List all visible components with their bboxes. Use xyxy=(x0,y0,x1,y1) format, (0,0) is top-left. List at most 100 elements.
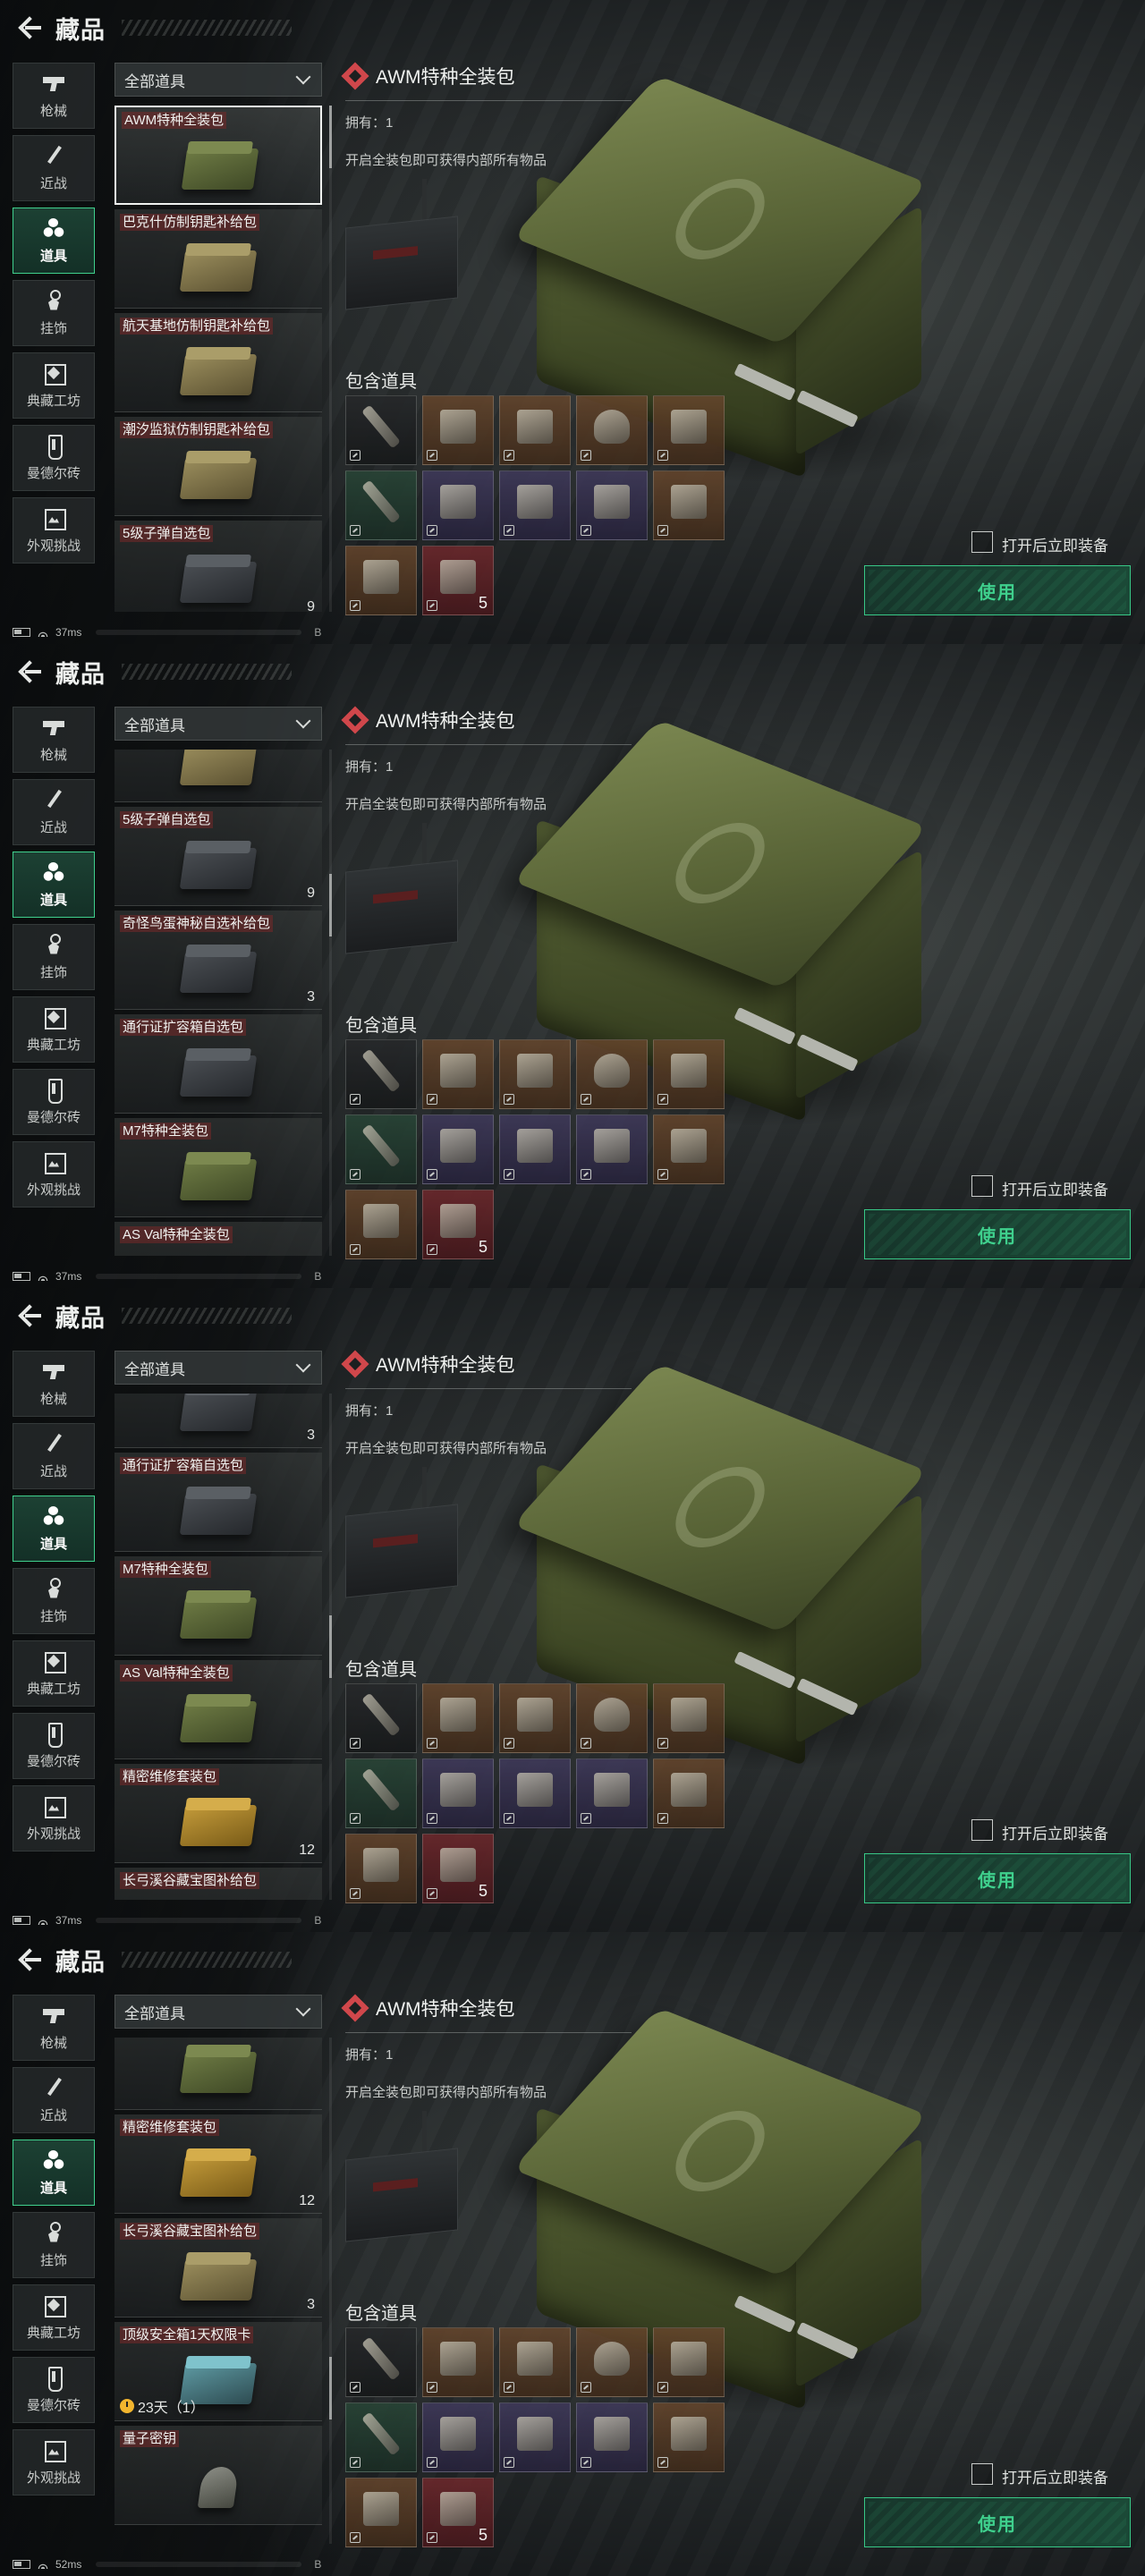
list-scrollbar[interactable] xyxy=(329,106,332,612)
list-item[interactable]: 巴克什仿制钥匙补给包 xyxy=(114,209,322,309)
content-slot[interactable] xyxy=(422,1758,494,1828)
content-slot[interactable] xyxy=(422,2327,494,2397)
content-slot[interactable] xyxy=(345,2402,417,2472)
nav-item-3[interactable]: 挂饰 xyxy=(13,280,95,346)
nav-item-4[interactable]: 典藏工坊 xyxy=(13,2284,95,2351)
nav-item-4[interactable]: 典藏工坊 xyxy=(13,352,95,419)
content-slot[interactable] xyxy=(422,1683,494,1753)
nav-item-1[interactable]: 近战 xyxy=(13,2067,95,2133)
back-button[interactable] xyxy=(7,1939,48,1980)
list-item[interactable]: 顶级安全箱1天权限卡 23天（1） xyxy=(114,2322,322,2421)
list-item[interactable]: 精密维修套装包 12 xyxy=(114,2114,322,2214)
list-item[interactable]: 5级子弹自选包 9 xyxy=(114,807,322,906)
list-item[interactable]: 5级子弹自选包 9 xyxy=(114,521,322,612)
item-filter-dropdown[interactable]: 全部道具 xyxy=(114,1995,322,2029)
content-slot[interactable] xyxy=(345,1683,417,1753)
scroll-thumb[interactable] xyxy=(329,106,332,168)
content-slot[interactable] xyxy=(422,395,494,465)
content-slot[interactable] xyxy=(499,2402,571,2472)
nav-item-5[interactable]: 曼德尔砖 xyxy=(13,2357,95,2423)
nav-item-4[interactable]: 典藏工坊 xyxy=(13,1640,95,1707)
content-slot[interactable] xyxy=(499,2327,571,2397)
content-slot[interactable]: 5 xyxy=(422,2478,494,2547)
equip-after-open-checkbox[interactable] xyxy=(971,2463,993,2485)
content-slot[interactable] xyxy=(345,1758,417,1828)
item-filter-dropdown[interactable]: 全部道具 xyxy=(114,1351,322,1385)
use-button[interactable]: 使用 xyxy=(864,1209,1131,1259)
scroll-thumb[interactable] xyxy=(329,873,332,936)
nav-item-6[interactable]: 外观挑战 xyxy=(13,1141,95,1208)
list-item[interactable]: M7特种全装包 xyxy=(114,1118,322,1217)
content-slot[interactable] xyxy=(422,2402,494,2472)
list-item[interactable]: 奇怪鸟蛋神秘自选补给包3 xyxy=(114,911,322,1010)
content-slot[interactable] xyxy=(422,1039,494,1109)
content-slot[interactable] xyxy=(653,1758,725,1828)
content-slot[interactable] xyxy=(499,1114,571,1184)
nav-item-1[interactable]: 近战 xyxy=(13,779,95,845)
use-button[interactable]: 使用 xyxy=(864,565,1131,615)
nav-item-0[interactable]: 枪械 xyxy=(13,707,95,773)
nav-item-5[interactable]: 曼德尔砖 xyxy=(13,1069,95,1135)
content-slot[interactable] xyxy=(345,470,417,540)
nav-item-5[interactable]: 曼德尔砖 xyxy=(13,425,95,491)
equip-after-open-checkbox[interactable] xyxy=(971,1175,993,1197)
content-slot[interactable] xyxy=(576,470,648,540)
content-slot[interactable] xyxy=(576,1758,648,1828)
list-item[interactable]: 长弓溪谷藏宝图补给包3 xyxy=(114,1868,322,1900)
list-scrollbar[interactable] xyxy=(329,750,332,1256)
list-item[interactable]: 潮汐监狱仿制钥匙补给包 xyxy=(114,417,322,516)
list-item[interactable]: 量子密钥 xyxy=(114,2426,322,2525)
nav-item-3[interactable]: 挂饰 xyxy=(13,1568,95,1634)
nav-item-3[interactable]: 挂饰 xyxy=(13,2212,95,2278)
back-button[interactable] xyxy=(7,7,48,48)
content-slot[interactable] xyxy=(345,1190,417,1259)
content-slot[interactable]: 5 xyxy=(422,546,494,615)
content-slot[interactable] xyxy=(653,2327,725,2397)
content-slot[interactable] xyxy=(499,1039,571,1109)
content-slot[interactable] xyxy=(576,1683,648,1753)
back-button[interactable] xyxy=(7,1295,48,1336)
content-slot[interactable] xyxy=(576,2327,648,2397)
item-list[interactable]: 奇怪鸟蛋神秘自选补给包3 通行证扩容箱自选包 M7特种全装包 AS Val特种全装包精… xyxy=(114,1394,322,1900)
content-slot[interactable] xyxy=(653,1039,725,1109)
nav-item-2[interactable]: 道具 xyxy=(13,852,95,918)
content-slot[interactable] xyxy=(499,395,571,465)
content-slot[interactable] xyxy=(576,395,648,465)
content-slot[interactable] xyxy=(499,1683,571,1753)
content-slot[interactable] xyxy=(653,1114,725,1184)
use-button[interactable]: 使用 xyxy=(864,2497,1131,2547)
item-list[interactable]: 潮汐监狱仿制钥匙补给包 5级子弹自选包 9 奇怪鸟蛋神秘自选补给包 3 通行证扩容箱自选包… xyxy=(114,750,322,1256)
content-slot[interactable] xyxy=(422,470,494,540)
nav-item-4[interactable]: 典藏工坊 xyxy=(13,996,95,1063)
content-slot[interactable] xyxy=(499,1758,571,1828)
nav-item-2[interactable]: 道具 xyxy=(13,1496,95,1562)
content-slot[interactable]: 5 xyxy=(422,1834,494,1903)
nav-item-2[interactable]: 道具 xyxy=(13,2140,95,2206)
nav-item-1[interactable]: 近战 xyxy=(13,1423,95,1489)
list-item[interactable]: 奇怪鸟蛋神秘自选补给包3 xyxy=(114,1394,322,1448)
nav-item-2[interactable]: 道具 xyxy=(13,208,95,274)
content-slot[interactable] xyxy=(345,395,417,465)
list-scrollbar[interactable] xyxy=(329,1394,332,1900)
content-slot[interactable] xyxy=(653,1683,725,1753)
nav-item-0[interactable]: 枪械 xyxy=(13,1351,95,1417)
list-item[interactable]: AS Val特种全装包 xyxy=(114,1222,322,1256)
list-scrollbar[interactable] xyxy=(329,2038,332,2544)
item-filter-dropdown[interactable]: 全部道具 xyxy=(114,63,322,97)
list-item[interactable]: 长弓溪谷藏宝图补给包3 xyxy=(114,2218,322,2318)
item-list[interactable]: AWM特种全装包 巴克什仿制钥匙补给包 航天基地仿制钥匙补给包 潮汐监狱仿制钥匙补给包… xyxy=(114,106,322,612)
list-item[interactable]: AWM特种全装包 xyxy=(114,106,322,205)
nav-item-1[interactable]: 近战 xyxy=(13,135,95,201)
back-button[interactable] xyxy=(7,651,48,692)
content-slot[interactable] xyxy=(345,1114,417,1184)
scroll-thumb[interactable] xyxy=(329,1615,332,1678)
list-item[interactable]: AS Val特种全装包 xyxy=(114,1660,322,1759)
list-item[interactable]: 通行证扩容箱自选包 xyxy=(114,1453,322,1552)
item-list[interactable]: AS Val特种全装包精密维修套装包 12 长弓溪谷藏宝图补给包 3 顶级安全箱1天权限… xyxy=(114,2038,322,2544)
list-item[interactable]: M7特种全装包 xyxy=(114,1556,322,1656)
nav-item-3[interactable]: 挂饰 xyxy=(13,924,95,990)
content-slot[interactable] xyxy=(422,1114,494,1184)
nav-item-6[interactable]: 外观挑战 xyxy=(13,497,95,564)
nav-item-6[interactable]: 外观挑战 xyxy=(13,2429,95,2496)
nav-item-0[interactable]: 枪械 xyxy=(13,1995,95,2061)
